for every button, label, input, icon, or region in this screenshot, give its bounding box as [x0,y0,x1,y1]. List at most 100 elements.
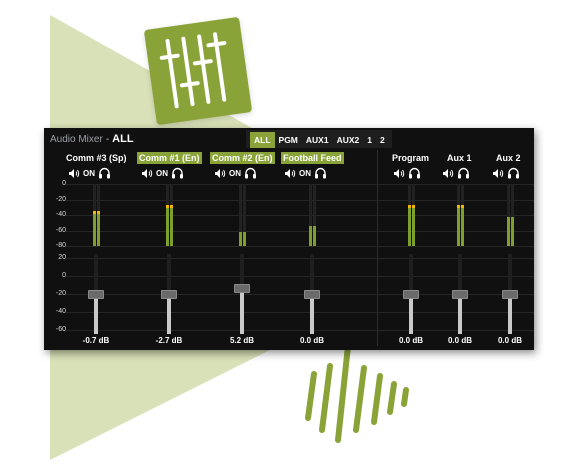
fader-fill [508,294,512,334]
channel-controls: ON [214,166,257,180]
meter-bar-l [93,184,96,246]
meter-bar-l [507,184,510,246]
meter-fill [457,208,460,246]
filter-tab-2[interactable]: 2 [376,132,389,148]
meter-fill [461,208,464,246]
on-toggle[interactable]: ON [229,169,241,178]
section-divider [377,150,378,346]
channel-controls: ON [68,166,111,180]
meter-scale-label: -80 [55,242,66,249]
headphones-icon[interactable] [171,167,184,179]
channel-name[interactable]: Comm #1 (En) [137,152,202,164]
speaker-icon[interactable] [284,168,296,179]
meter-fill [313,226,316,246]
sound-wave-icon [305,343,409,443]
filter-tab-1[interactable]: 1 [363,132,376,148]
level-meter [92,184,101,246]
filter-tab-aux2[interactable]: AUX2 [333,132,364,148]
level-meter [407,184,416,246]
filter-tab-all[interactable]: ALL [250,132,275,148]
meter-scale-label: -40 [55,211,66,218]
meter-bar-r [511,184,514,246]
level-meter [456,184,465,246]
meter-bar-r [461,184,464,246]
headphones-icon[interactable] [507,167,520,179]
channel-controls [393,166,421,180]
channel-name[interactable]: Aux 1 [445,152,474,164]
fader-scale-label: 0 [62,272,66,279]
channel-controls [492,166,520,180]
level-meter [165,184,174,246]
meter-fill [239,232,242,246]
title-separator: - [105,134,110,145]
level-meter [308,184,317,246]
meter-bar-l [239,184,242,246]
db-readout: 0.0 dB [299,336,324,345]
fader-knob[interactable] [452,290,468,299]
speaker-icon[interactable] [492,168,504,179]
headphones-icon[interactable] [408,167,421,179]
filter-tab-aux1[interactable]: AUX1 [302,132,333,148]
meter-scale-label: -60 [55,226,66,234]
meter-fill [170,208,173,246]
headphones-icon[interactable] [457,167,470,179]
db-readout: -2.7 dB [155,336,183,345]
speaker-icon[interactable] [141,168,153,179]
db-readout: 5.2 dB [229,336,254,345]
channel-controls: ON [284,166,327,180]
meter-fill [243,232,246,246]
meter-peak [97,211,100,214]
headphones-icon[interactable] [98,167,111,179]
meter-peak [408,205,411,208]
fader-knob[interactable] [161,290,177,299]
meter-bar-l [166,184,169,246]
fader-fill [94,294,98,334]
meter-bar-l [408,184,411,246]
filter-tab-pgm[interactable]: PGM [275,132,302,148]
on-toggle[interactable]: ON [156,169,168,178]
speaker-icon[interactable] [68,168,80,179]
channel-name[interactable]: Football Feed [281,152,344,164]
audio-mixer-panel: Audio Mixer - ALL ALL PGM AUX1 AUX2 1 2 0 -20 -40… [44,128,534,350]
speaker-icon[interactable] [393,168,405,179]
mixer-title: Audio Mixer - ALL [50,133,134,145]
channel-name[interactable]: Comm #2 (En) [210,152,275,164]
meter-bar-r [412,184,415,246]
fader-knob[interactable] [304,290,320,299]
fader-knob[interactable] [502,290,518,299]
db-readout: 0.0 dB [497,336,522,345]
meter-scale-label: 0 [62,180,66,187]
fader-knob[interactable] [88,290,104,299]
fader-knob[interactable] [403,290,419,299]
channel-name[interactable]: Comm #3 (Sp) [64,152,129,164]
fader-fill [240,288,244,334]
channel-name[interactable]: Aux 2 [494,152,523,164]
meter-fill [408,208,411,246]
meter-fill [97,214,100,246]
on-toggle[interactable]: ON [83,169,95,178]
fader-fill [310,294,314,334]
meter-fill [93,214,96,246]
gridline [66,258,534,259]
speaker-icon[interactable] [442,168,454,179]
speaker-icon[interactable] [214,168,226,179]
meter-fill [507,217,510,246]
channel-controls [442,166,470,180]
gridline [66,330,534,331]
level-meter [506,184,515,246]
level-meter [238,184,247,246]
meter-fill [309,226,312,246]
fader-knob[interactable] [234,284,250,293]
fader-scale-label: -60 [55,326,66,333]
headphones-icon[interactable] [314,167,327,179]
current-filter: ALL [112,133,134,145]
meter-bar-r [243,184,246,246]
meter-peak [166,205,169,208]
gridline [66,276,534,277]
on-toggle[interactable]: ON [299,169,311,178]
headphones-icon[interactable] [244,167,257,179]
meter-peak [170,205,173,208]
meter-fill [511,217,514,246]
channel-name[interactable]: Program [390,152,431,164]
meter-bar-l [309,184,312,246]
